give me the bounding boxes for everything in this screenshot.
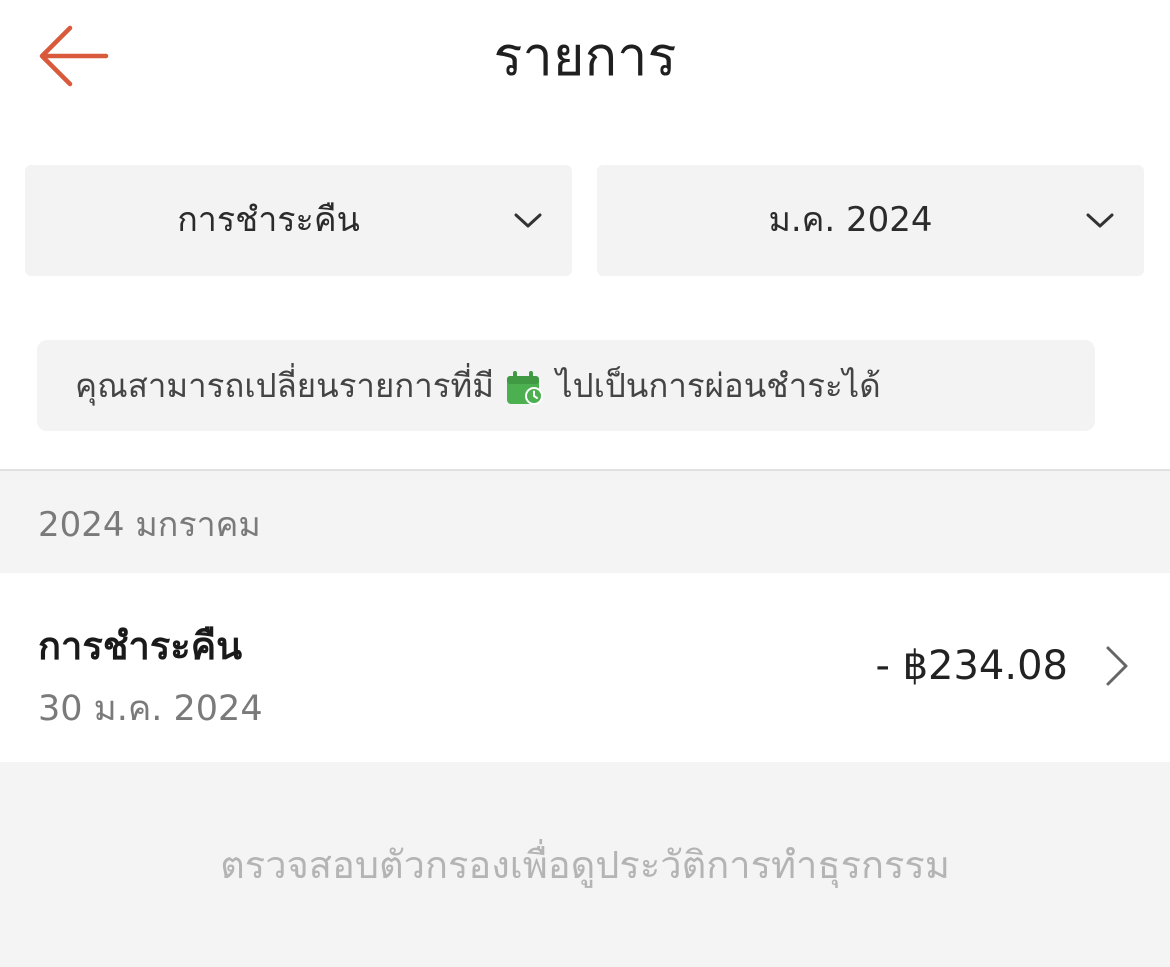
type-filter-value: การชำระคืน	[177, 200, 360, 240]
type-filter-dropdown[interactable]: การชำระคืน	[25, 165, 572, 276]
month-filter-value: ม.ค. 2024	[768, 200, 933, 240]
empty-hint-area: ตรวจสอบตัวกรองเพื่อดูประวัติการทำธุรกรรม	[0, 762, 1170, 967]
chevron-down-icon	[1086, 213, 1114, 228]
transaction-amount: - ฿234.08	[875, 643, 1068, 689]
page-title: รายการ	[493, 25, 677, 88]
info-text-before: คุณสามารถเปลี่ยนรายการที่มี	[75, 366, 495, 405]
chevron-down-icon	[514, 213, 542, 228]
transaction-date: 30 ม.ค. 2024	[38, 689, 263, 729]
chevron-right-icon	[1106, 646, 1128, 686]
transaction-title: การชำระคืน	[38, 624, 243, 668]
installment-info-banner: คุณสามารถเปลี่ยนรายการที่มี ไปเป็นการผ่อ…	[37, 340, 1095, 431]
month-filter-dropdown[interactable]: ม.ค. 2024	[597, 165, 1144, 276]
header: รายการ	[0, 0, 1170, 112]
info-text-after: ไปเป็นการผ่อนชำระได้	[556, 366, 881, 405]
filter-hint-text: ตรวจสอบตัวกรองเพื่อดูประวัติการทำธุรกรรม	[220, 843, 950, 887]
month-section-header: 2024 มกราคม	[0, 471, 1170, 573]
section-title: 2024 มกราคม	[38, 505, 261, 545]
calendar-clock-icon	[507, 370, 544, 405]
transactions-screen: รายการ การชำระคืน ม.ค. 2024 คุณสามารถเปล…	[0, 0, 1170, 967]
transaction-row[interactable]: การชำระคืน 30 ม.ค. 2024 - ฿234.08	[0, 573, 1170, 762]
